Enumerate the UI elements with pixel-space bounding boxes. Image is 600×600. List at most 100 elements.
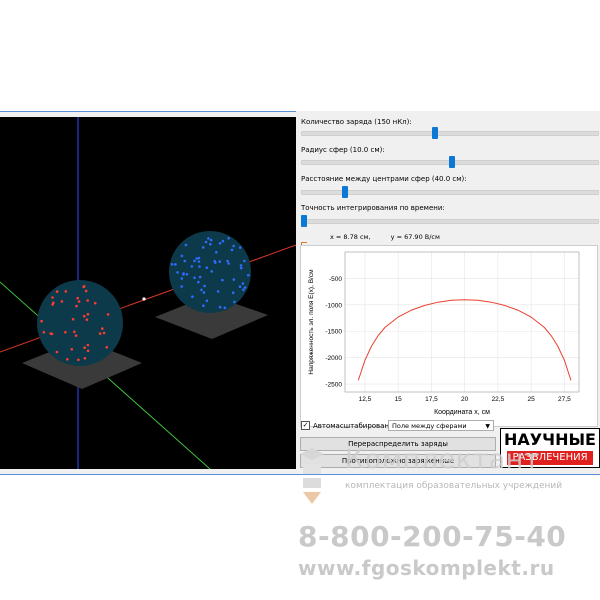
- charge-point: [182, 273, 185, 276]
- left-sphere[interactable]: [37, 280, 123, 366]
- y-tick-label: -500: [329, 276, 342, 283]
- charge-point: [55, 350, 59, 354]
- readout-x: x = 8.78 см,: [330, 233, 371, 241]
- charge-point: [243, 259, 246, 263]
- mode-select-value: Поле между сферами: [392, 422, 467, 430]
- charge-point: [180, 285, 183, 288]
- charge-point: [77, 358, 80, 362]
- charge-point: [74, 334, 78, 337]
- charge-point: [243, 286, 247, 289]
- charge-point: [170, 263, 174, 266]
- x-tick-label: 22,5: [492, 396, 505, 403]
- charge-point: [232, 278, 236, 281]
- charge-point: [204, 240, 208, 244]
- probe-point[interactable]: [142, 297, 146, 301]
- x-tick-label: 20: [461, 396, 469, 403]
- charge-point: [52, 301, 55, 305]
- charge-point: [191, 295, 194, 298]
- plot-area: [345, 252, 579, 392]
- precision-slider-handle[interactable]: [301, 215, 307, 227]
- charge-point: [238, 246, 242, 249]
- chevron-down-icon: ▼: [485, 423, 490, 430]
- charge-slider[interactable]: [301, 131, 599, 136]
- watermark-tagline: комплектация образовательных учреждений: [345, 481, 563, 491]
- charge-point: [203, 284, 206, 288]
- charge-point: [101, 327, 104, 330]
- charge-point: [205, 266, 209, 269]
- charge-point: [198, 275, 202, 279]
- x-tick-label: 25: [528, 396, 536, 403]
- charge-point: [93, 301, 97, 305]
- charge-point: [42, 331, 46, 334]
- charge-point: [233, 300, 236, 304]
- field-plot[interactable]: 12,5 15 17,5 20 22,5 25 27,5 -500 -1000 -1500 -20…: [300, 245, 598, 427]
- charge-point: [106, 313, 110, 316]
- charge-point: [84, 289, 88, 293]
- x-axis-label: Координата x, см: [434, 409, 490, 416]
- watermark-name: Комплектант: [345, 444, 541, 475]
- charge-point: [180, 277, 184, 280]
- x-tick-label: 15: [395, 396, 403, 403]
- autoscale-checkbox-box[interactable]: ✓: [301, 421, 310, 430]
- charge-point: [247, 273, 250, 277]
- charge-point: [77, 300, 81, 303]
- charge-point: [82, 314, 86, 318]
- charge-point: [180, 254, 184, 258]
- charge-point: [197, 256, 201, 260]
- 3d-viewport[interactable]: [0, 117, 296, 469]
- charge-point: [221, 278, 224, 282]
- radius-slider-handle[interactable]: [448, 156, 455, 168]
- charge-point: [209, 242, 212, 246]
- charge-point: [218, 305, 222, 309]
- charge-point: [86, 299, 89, 302]
- charge-point: [76, 296, 79, 300]
- charge-point: [86, 349, 90, 353]
- charge-point: [70, 348, 74, 351]
- charge-point: [223, 306, 227, 310]
- field-plot-canvas: 12,5 15 17,5 20 22,5 25 27,5 -500 -1000 -1500 -20…: [308, 251, 580, 416]
- charge-point: [98, 332, 102, 335]
- watermark-site: www.fgoskomplekt.ru: [298, 556, 555, 580]
- charge-point: [60, 300, 64, 303]
- watermark-logo-icon: [298, 446, 326, 508]
- charge-point: [197, 260, 201, 263]
- y-tick-label: -1500: [325, 329, 342, 336]
- autoscale-label: Автомасштабирование: [313, 421, 398, 430]
- charge-point: [193, 276, 196, 280]
- control-panel: Количество заряда (150 нКл): Радиус сфер…: [296, 111, 600, 475]
- distance-slider-handle[interactable]: [341, 186, 348, 198]
- charge-point: [202, 304, 205, 307]
- charge-point: [85, 318, 89, 321]
- charge-point: [176, 271, 179, 274]
- charge-point: [200, 288, 203, 292]
- watermark-phone: 8-800-200-75-40: [298, 520, 567, 553]
- charge-point: [73, 330, 76, 334]
- precision-slider[interactable]: [301, 219, 599, 224]
- y-axis-label: Напряженность эл. поля E(x), В/см: [308, 269, 315, 375]
- radius-label: Радиус сфер (10.0 см):: [301, 146, 385, 154]
- autoscale-checkbox[interactable]: ✓ Автомасштабирование: [301, 421, 398, 430]
- charge-point: [221, 239, 225, 243]
- precision-label: Точность интегрирования по времени:: [301, 204, 445, 212]
- charge-point: [231, 291, 235, 294]
- charge-slider-handle[interactable]: [431, 127, 438, 139]
- charge-label: Количество заряда (150 нКл):: [301, 118, 412, 126]
- charge-point: [185, 273, 189, 276]
- cursor-readout: x = 8.78 см, y = 67.90 В/см: [330, 233, 440, 241]
- charge-point: [64, 330, 67, 334]
- charge-point: [174, 263, 177, 266]
- charge-point: [198, 265, 201, 268]
- charge-point: [239, 264, 243, 267]
- charge-point: [83, 346, 86, 349]
- charge-point: [86, 312, 90, 316]
- charge-point: [215, 251, 218, 254]
- charge-point: [105, 346, 108, 349]
- x-tick-labels: 12,5 15 17,5 20 22,5 25 27,5: [359, 396, 571, 403]
- charge-point: [201, 246, 205, 249]
- mode-select[interactable]: Поле между сферами ▼: [388, 420, 494, 431]
- charge-point: [210, 270, 213, 273]
- charge-point: [51, 296, 54, 299]
- charge-point: [207, 237, 210, 240]
- x-tick-label: 12,5: [359, 396, 372, 403]
- charge-point: [232, 244, 235, 248]
